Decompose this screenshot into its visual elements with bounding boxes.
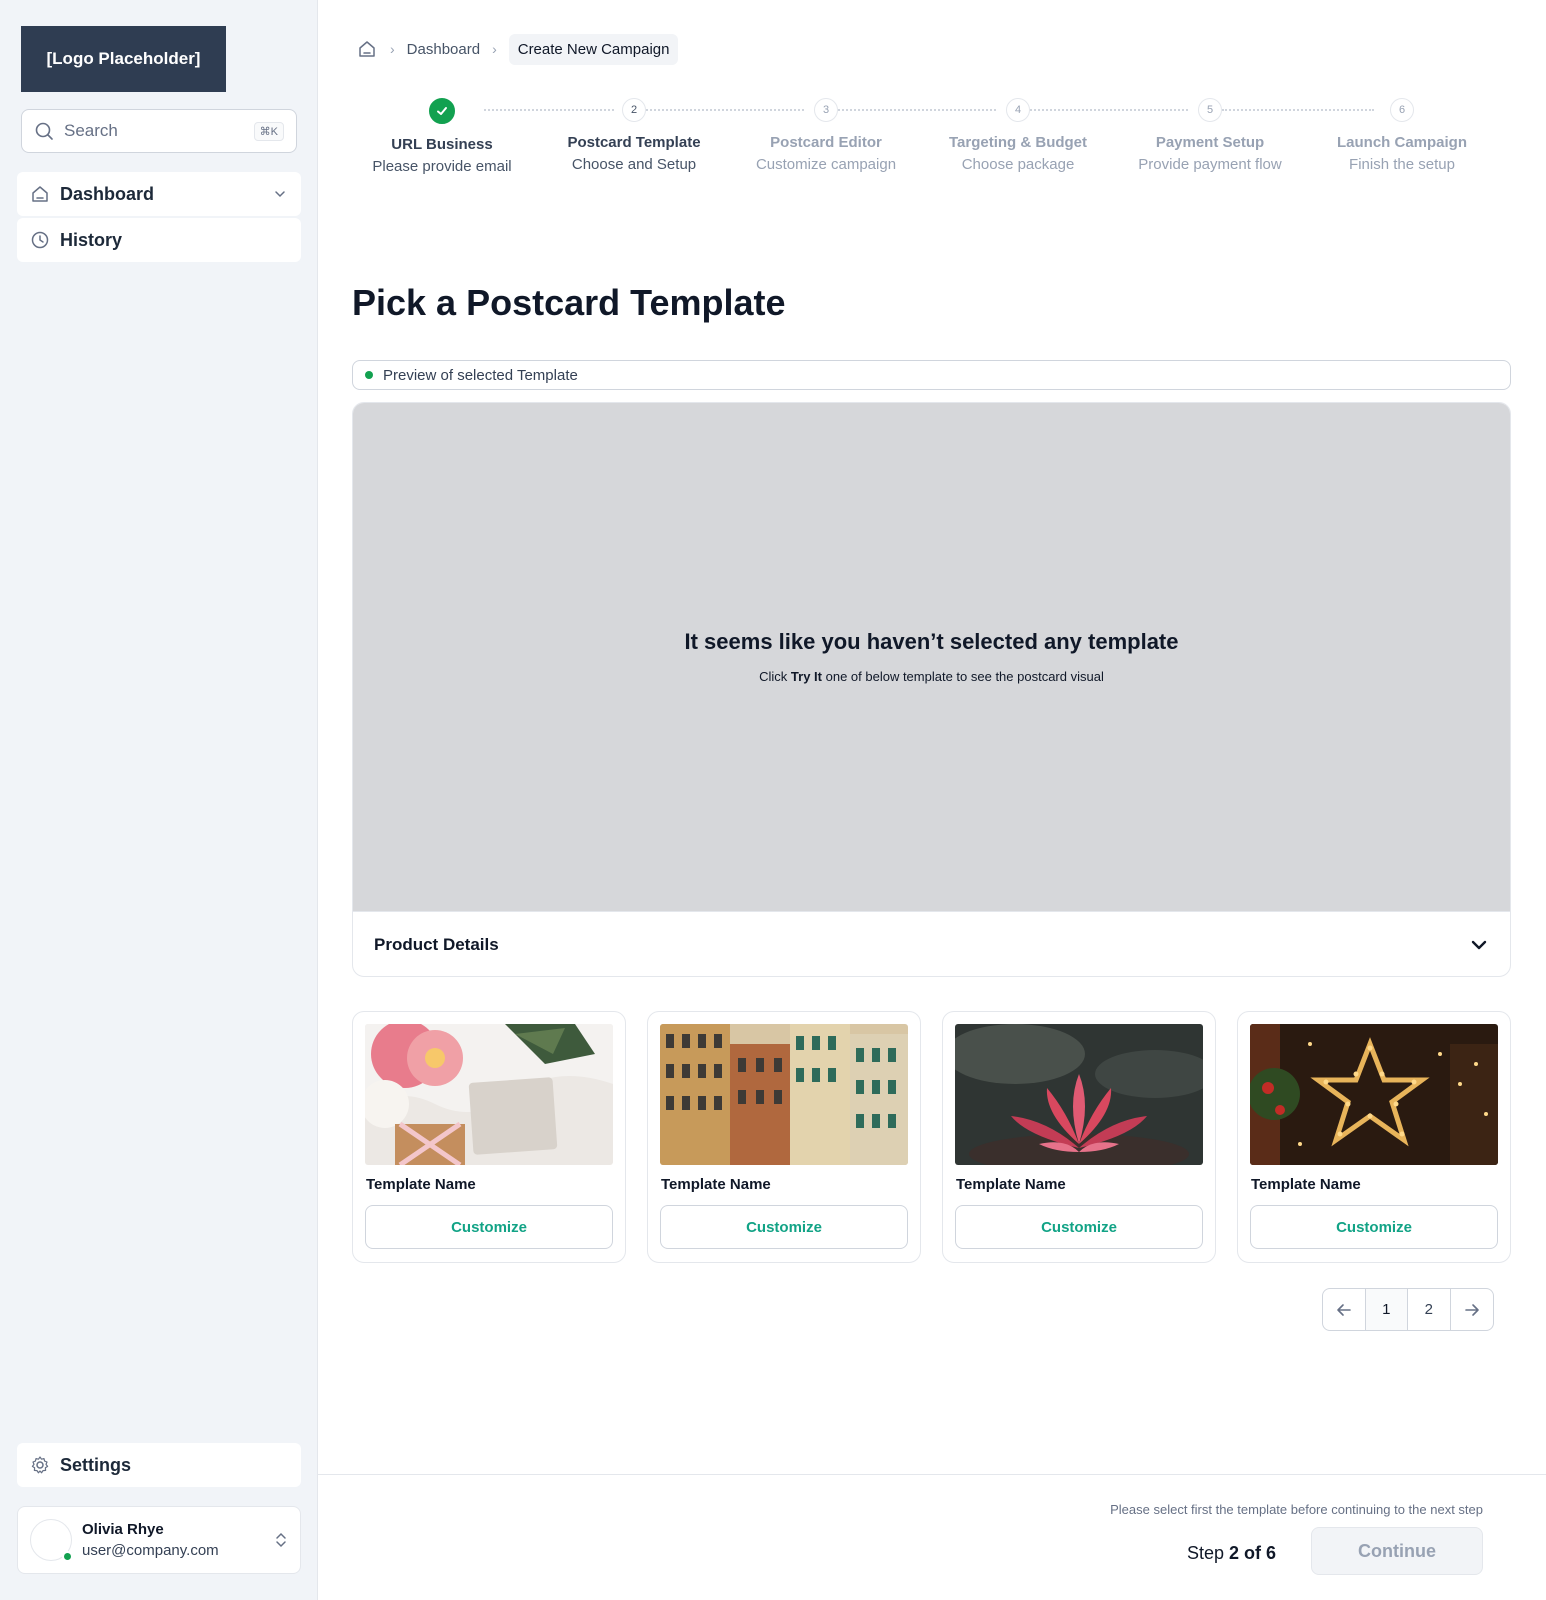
template-thumbnail[interactable] <box>1250 1024 1498 1165</box>
step-counter-value: 2 of 6 <box>1228 1543 1276 1563</box>
template-card[interactable]: Template Name Customize <box>942 1011 1216 1263</box>
template-thumbnail[interactable] <box>365 1024 613 1165</box>
chevron-down-icon[interactable] <box>272 186 288 202</box>
sidebar: [Logo Placeholder] Search ⌘K Dashboard H… <box>0 0 318 1600</box>
sidebar-item-settings[interactable]: Settings <box>17 1443 301 1487</box>
sidebar-item-dashboard[interactable]: Dashboard <box>17 172 301 216</box>
empty-state-subtext: Click Try It one of below template to se… <box>759 669 1104 684</box>
footer-note: Please select first the template before … <box>1110 1502 1483 1517</box>
step-title: Launch Campaign <box>1336 134 1467 151</box>
online-status-dot <box>62 1551 73 1562</box>
preview-canvas: It seems like you haven’t selected any t… <box>353 403 1510 911</box>
empty-state-heading: It seems like you haven’t selected any t… <box>684 629 1179 654</box>
breadcrumb-current[interactable]: Create New Campaign <box>508 33 679 65</box>
step-number: 2 <box>622 98 646 122</box>
sidebar-item-label: History <box>60 229 123 250</box>
check-icon <box>429 98 455 124</box>
step-number: 6 <box>1390 98 1414 122</box>
chevron-down-icon[interactable] <box>1469 935 1489 955</box>
step-title: URL Business <box>391 136 493 153</box>
step-title: Postcard Editor <box>770 134 882 151</box>
template-name: Template Name <box>1251 1176 1361 1193</box>
step-subtitle: Please provide email <box>372 158 512 175</box>
page-button-2[interactable]: 2 <box>1408 1289 1451 1330</box>
customize-button[interactable]: Customize <box>365 1205 613 1249</box>
step-launch-campaign[interactable]: 6 Launch Campaign Finish the setup <box>1304 98 1500 173</box>
step-counter: Step 2 of 6 <box>1186 1543 1276 1563</box>
pagination: 1 2 <box>1322 1288 1494 1331</box>
step-subtitle: Finish the setup <box>1349 156 1455 173</box>
breadcrumb: › Dashboard › Create New Campaign <box>356 32 679 66</box>
step-subtitle: Choose and Setup <box>571 156 697 173</box>
breadcrumb-dashboard[interactable]: Dashboard <box>407 41 480 58</box>
step-payment-setup[interactable]: 5 Payment Setup Provide payment flow <box>1112 98 1308 173</box>
template-name: Template Name <box>661 1176 771 1193</box>
step-targeting-budget[interactable]: 4 Targeting & Budget Choose package <box>920 98 1116 173</box>
home-icon[interactable] <box>356 38 378 60</box>
template-thumbnail[interactable] <box>955 1024 1203 1165</box>
template-card[interactable]: Template Name Customize <box>1237 1011 1511 1263</box>
step-postcard-editor[interactable]: 3 Postcard Editor Customize campaign <box>728 98 924 173</box>
search-input[interactable]: Search ⌘K <box>21 109 297 153</box>
template-name: Template Name <box>366 1176 476 1193</box>
search-icon <box>35 122 53 140</box>
customize-button[interactable]: Customize <box>1250 1205 1498 1249</box>
template-thumbnail[interactable] <box>660 1024 908 1165</box>
search-placeholder: Search <box>64 121 118 140</box>
template-preview: It seems like you haven’t selected any t… <box>352 402 1511 977</box>
gear-icon <box>31 1456 49 1474</box>
step-url-business[interactable]: URL Business Please provide email <box>344 98 540 175</box>
progress-stepper: URL Business Please provide email 2 Post… <box>356 98 1516 188</box>
chevron-selector-icon[interactable] <box>274 1531 288 1549</box>
step-number: 5 <box>1198 98 1222 122</box>
sidebar-item-history[interactable]: History <box>17 218 301 262</box>
customize-button[interactable]: Customize <box>660 1205 908 1249</box>
step-title: Payment Setup <box>1155 134 1265 151</box>
preview-label: Preview of selected Template <box>352 360 1511 390</box>
try-it-text: Try It <box>790 669 822 684</box>
template-name: Template Name <box>956 1176 1066 1193</box>
next-page-button[interactable] <box>1451 1289 1493 1330</box>
sidebar-item-label: Settings <box>60 1454 132 1475</box>
product-details-accordion[interactable]: Product Details <box>353 911 1510 976</box>
footer-bar: Please select first the template before … <box>318 1474 1546 1600</box>
home-icon <box>32 186 48 202</box>
chevron-right-icon: › <box>390 41 395 57</box>
user-name: Olivia Rhye <box>82 1521 164 1538</box>
step-postcard-template[interactable]: 2 Postcard Template Choose and Setup <box>536 98 732 173</box>
product-details-label: Product Details <box>374 935 499 954</box>
avatar <box>30 1519 73 1562</box>
template-card[interactable]: Template Name Customize <box>352 1011 626 1263</box>
page-button-1[interactable]: 1 <box>1365 1289 1408 1330</box>
arrow-right-icon <box>1464 1303 1479 1316</box>
user-email: user@company.com <box>82 1542 219 1559</box>
status-dot <box>365 371 373 379</box>
logo[interactable]: [Logo Placeholder] <box>21 26 226 92</box>
clock-icon <box>31 231 49 249</box>
step-title: Postcard Template <box>567 134 701 151</box>
step-number: 3 <box>814 98 838 122</box>
step-subtitle: Provide payment flow <box>1138 156 1282 173</box>
chevron-right-icon: › <box>492 41 497 57</box>
step-subtitle: Customize campaign <box>755 156 897 173</box>
continue-button[interactable]: Continue <box>1311 1527 1483 1575</box>
arrow-left-icon <box>1336 1303 1351 1316</box>
search-shortcut: ⌘K <box>253 121 284 141</box>
preview-label-text: Preview of selected Template <box>383 366 578 384</box>
step-title: Targeting & Budget <box>948 134 1088 151</box>
template-grid: Template Name Customize Template Name Cu… <box>352 1011 1511 1263</box>
sidebar-item-label: Dashboard <box>60 183 155 204</box>
step-number: 4 <box>1006 98 1030 122</box>
previous-page-button[interactable] <box>1323 1289 1366 1330</box>
customize-button[interactable]: Customize <box>955 1205 1203 1249</box>
page-title: Pick a Postcard Template <box>352 282 786 323</box>
user-card[interactable]: Olivia Rhye user@company.com <box>17 1506 301 1574</box>
step-subtitle: Choose package <box>961 156 1075 173</box>
template-card[interactable]: Template Name Customize <box>647 1011 921 1263</box>
